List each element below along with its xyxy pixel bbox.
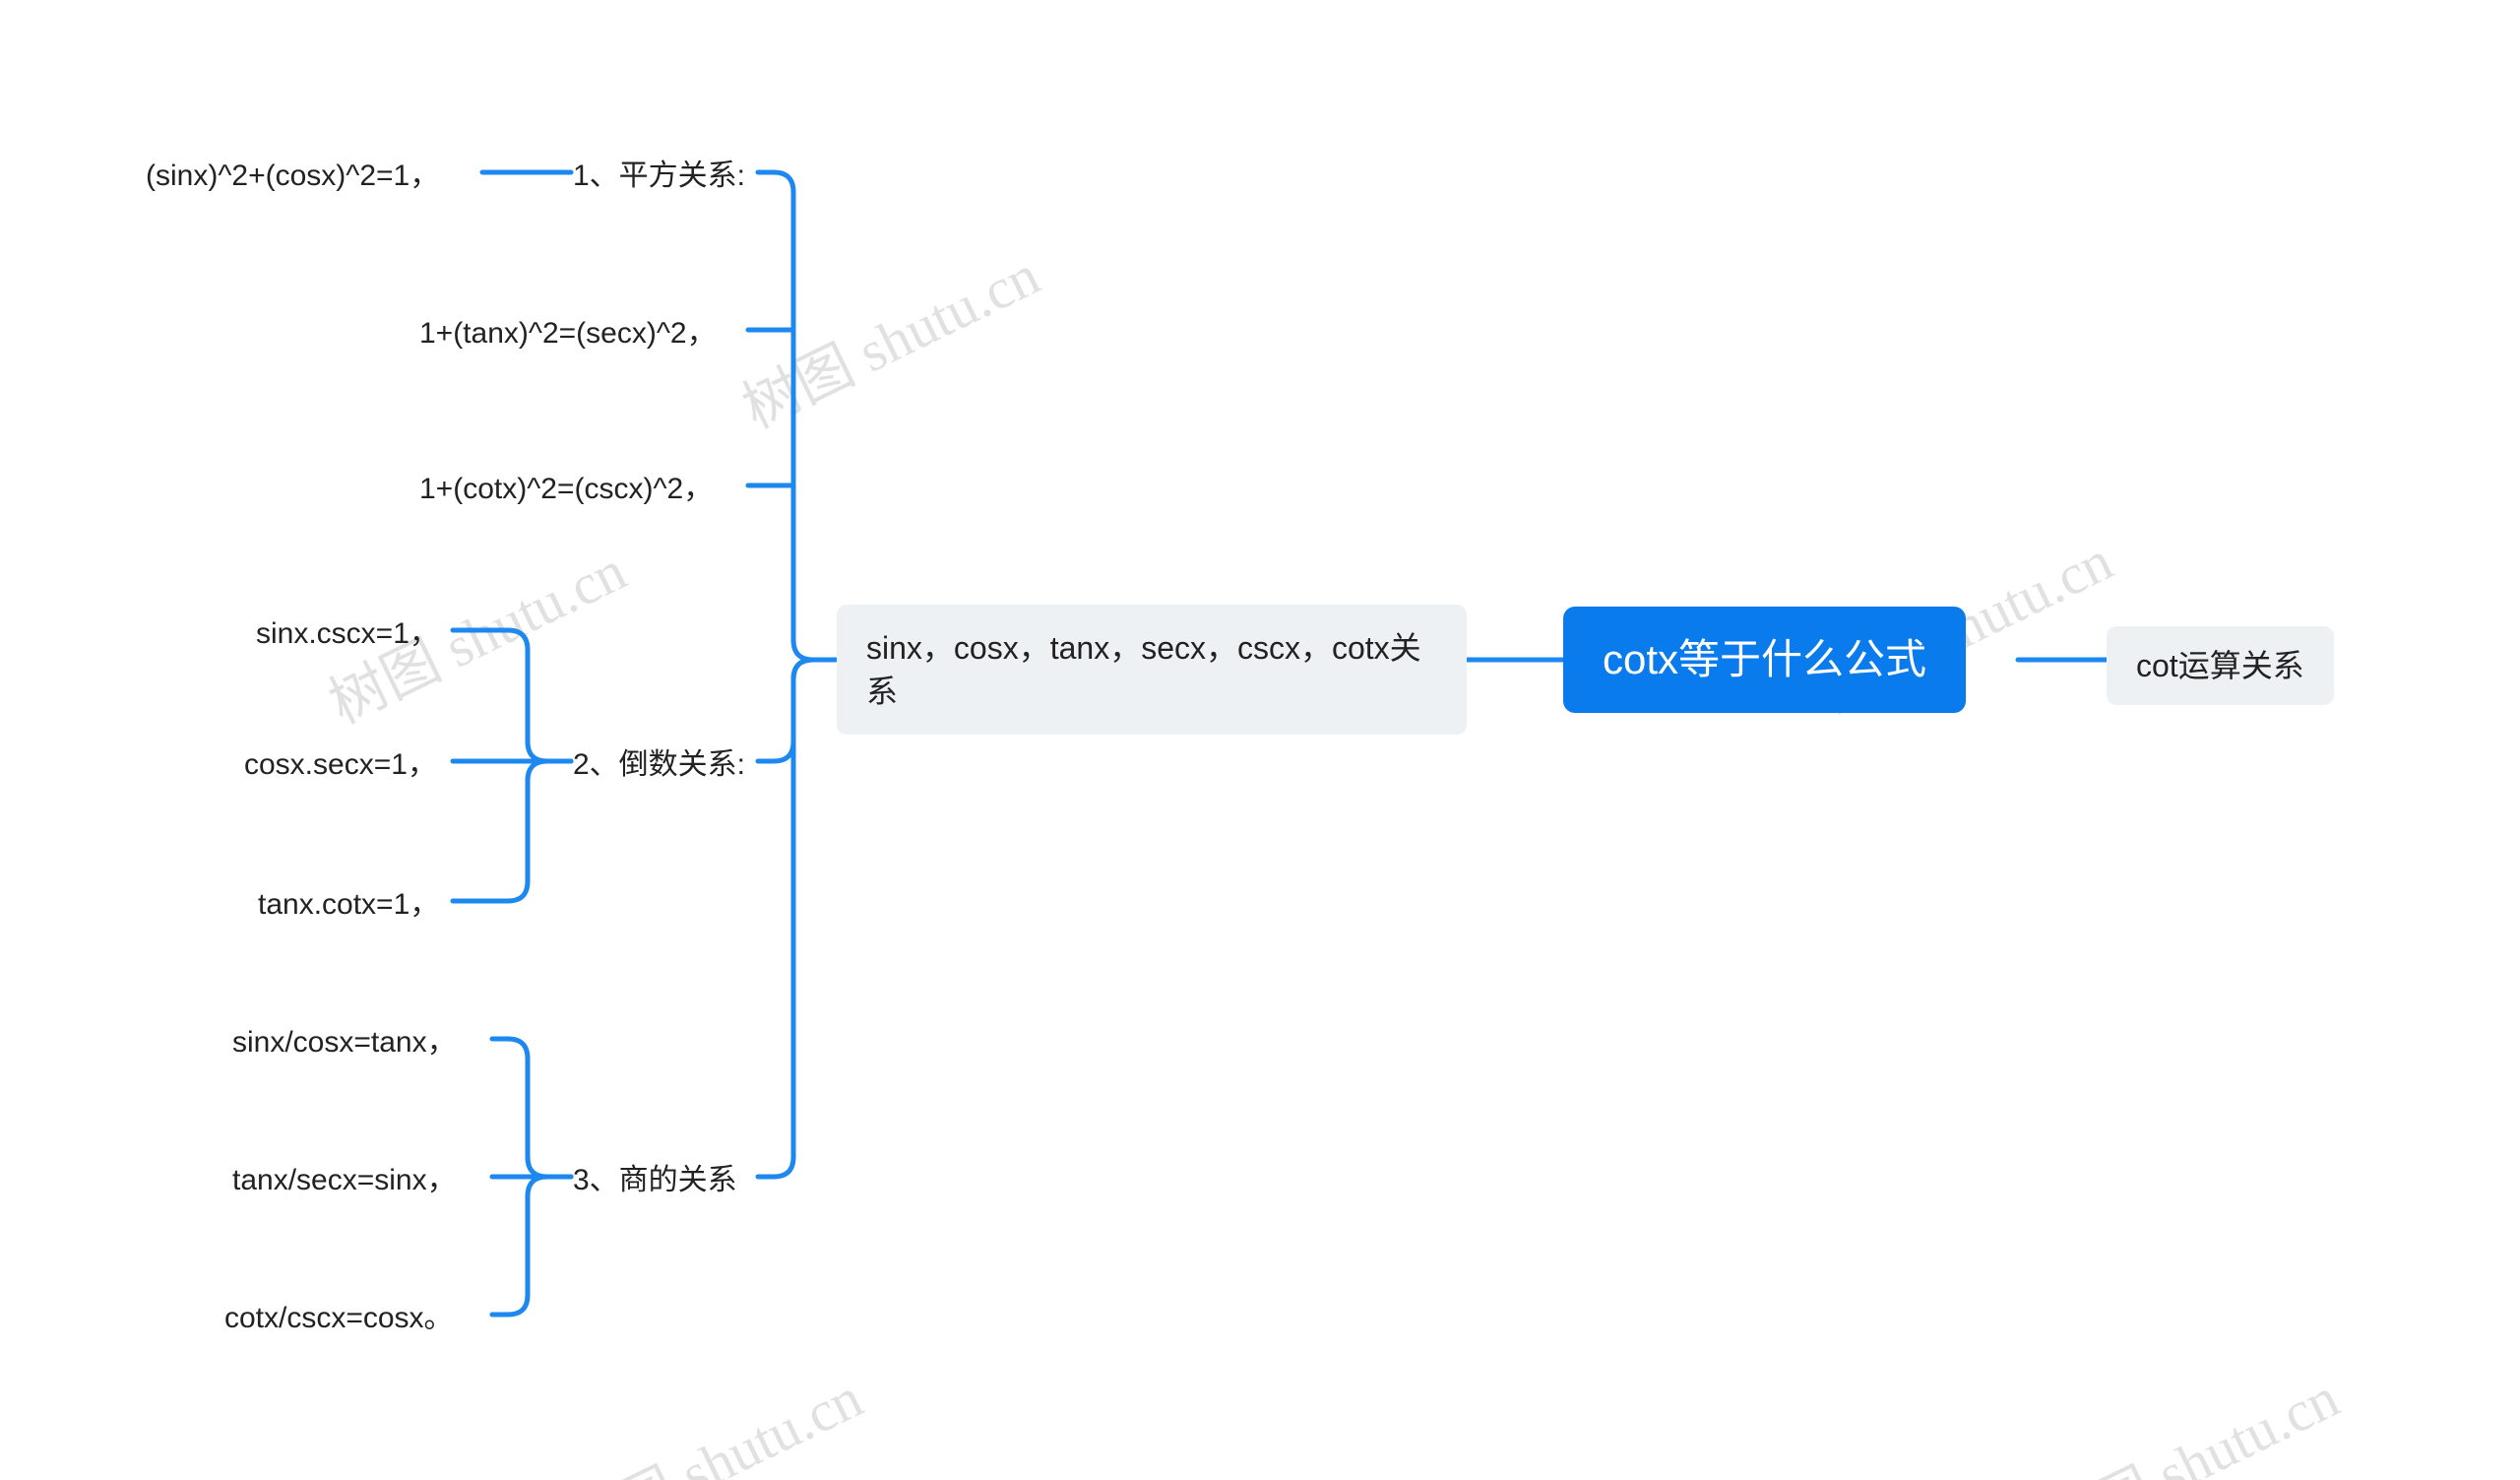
- branch-1-label[interactable]: 1、平方关系:: [573, 153, 745, 200]
- branch-3-label[interactable]: 3、商的关系: [573, 1157, 737, 1204]
- branch-1-leaf-1[interactable]: 1+(tanx)^2=(secx)^2，: [419, 310, 717, 357]
- left-child-node[interactable]: sinx，cosx，tanx，secx，cscx，cotx关系: [837, 605, 1467, 735]
- branch-1-leaf-0[interactable]: (sinx)^2+(cosx)^2=1，: [146, 153, 439, 200]
- branch-2-leaf-2[interactable]: tanx.cotx=1，: [258, 881, 439, 929]
- diagram-canvas: 树图 shutu.cn 树图 shutu.cn 树图 shutu.cn 树图 s…: [0, 0, 2520, 1480]
- branch-2-leaf-0[interactable]: sinx.cscx=1，: [256, 611, 439, 658]
- root-node[interactable]: cotx等于什么公式: [1563, 607, 1966, 713]
- branch-2-leaf-1[interactable]: cosx.secx=1，: [244, 741, 437, 789]
- branch-1-leaf-2[interactable]: 1+(cotx)^2=(cscx)^2，: [419, 466, 713, 513]
- branch-2-label[interactable]: 2、倒数关系:: [573, 741, 745, 789]
- branch-3-leaf-1[interactable]: tanx/secx=sinx，: [232, 1157, 457, 1204]
- branch-3-leaf-0[interactable]: sinx/cosx=tanx，: [232, 1019, 457, 1066]
- branch-3-leaf-2[interactable]: cotx/cscx=cosx。: [224, 1295, 454, 1342]
- right-child-node[interactable]: cot运算关系: [2107, 626, 2334, 705]
